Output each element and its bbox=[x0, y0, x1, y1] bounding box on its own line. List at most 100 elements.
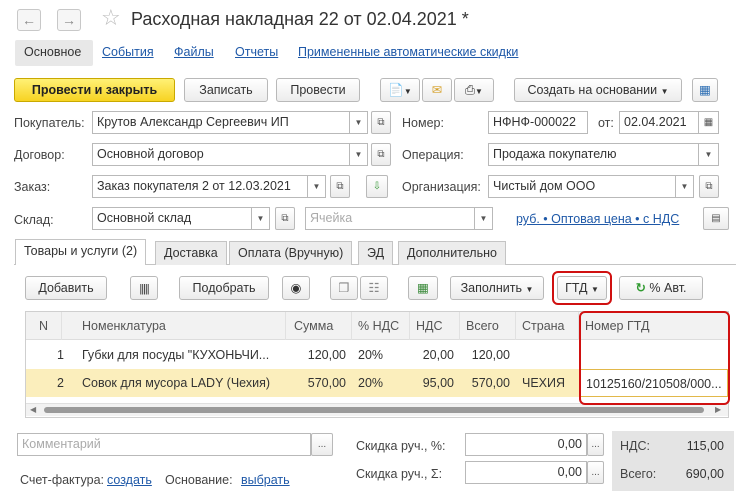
tab-additional[interactable]: Дополнительно bbox=[398, 241, 506, 265]
header-total[interactable]: Всего bbox=[460, 312, 516, 340]
refresh-icon: ↻ bbox=[635, 281, 646, 295]
paste-button[interactable]: ☷ bbox=[360, 276, 388, 300]
post-button[interactable]: Провести bbox=[276, 78, 360, 102]
row-sum: 120,00 bbox=[307, 348, 346, 362]
structure-button[interactable]: ▦ bbox=[692, 78, 718, 102]
print-button[interactable]: ⎙▼ bbox=[454, 78, 494, 102]
email-button[interactable]: ✉ bbox=[422, 78, 452, 102]
chevron-down-icon: ▼ bbox=[680, 182, 689, 191]
buyer-field[interactable]: Крутов Александр Сергеевич ИП bbox=[92, 111, 350, 134]
save-button[interactable]: Записать bbox=[184, 78, 268, 102]
create-based-on-button[interactable]: Создать на основании ▼ bbox=[514, 78, 682, 102]
cell-dropdown[interactable]: ▼ bbox=[475, 207, 493, 230]
back-button[interactable]: ← bbox=[17, 9, 41, 31]
auto-vat-label: % Авт. bbox=[649, 281, 687, 295]
fill-label: Заполнить bbox=[460, 281, 522, 295]
copy-icon: ❐ bbox=[338, 281, 350, 295]
tab-delivery[interactable]: Доставка bbox=[155, 241, 227, 265]
organization-open-button[interactable]: ⧉ bbox=[699, 175, 719, 198]
discount-percent-button[interactable]: ... bbox=[587, 433, 604, 456]
tab-events[interactable]: События bbox=[102, 45, 154, 59]
price-settings-button[interactable]: ▤ bbox=[703, 207, 729, 230]
chevron-down-icon: ▼ bbox=[256, 214, 265, 223]
calendar-icon: ▦ bbox=[703, 117, 714, 128]
discount-percent-field[interactable]: 0,00 bbox=[465, 433, 587, 456]
cell-field[interactable]: Ячейка bbox=[305, 207, 475, 230]
order-field[interactable]: Заказ покупателя 2 от 12.03.2021 bbox=[92, 175, 308, 198]
organization-field[interactable]: Чистый дом ООО bbox=[488, 175, 676, 198]
row-vat: 20,00 bbox=[422, 348, 454, 362]
copy-button[interactable]: ❐ bbox=[330, 276, 358, 300]
header-nomenclature[interactable]: Номенклатура bbox=[76, 312, 286, 340]
invoice-create-link[interactable]: создать bbox=[107, 473, 152, 487]
comment-expand-button[interactable]: ... bbox=[311, 433, 333, 456]
chevron-down-icon: ▼ bbox=[354, 150, 363, 159]
row-vat-rate: 20% bbox=[358, 348, 384, 362]
star-icon[interactable]: ☆ bbox=[101, 5, 121, 31]
open-window-icon: ⧉ bbox=[336, 181, 344, 192]
order-open-button[interactable]: ⧉ bbox=[330, 175, 350, 198]
tab-goods[interactable]: Товары и услуги (2) bbox=[15, 239, 147, 265]
row-nomenclature: Совок для мусора LADY (Чехия) bbox=[82, 376, 271, 390]
open-window-icon: ⧉ bbox=[705, 181, 713, 192]
report-button[interactable]: 📄▼ bbox=[380, 78, 420, 102]
warehouse-dropdown[interactable]: ▼ bbox=[252, 207, 270, 230]
chevron-down-icon: ▼ bbox=[660, 87, 669, 96]
auto-vat-button[interactable]: ↻ % Авт. bbox=[619, 276, 703, 300]
row-sum: 570,00 bbox=[307, 376, 346, 390]
scrollbar-thumb[interactable] bbox=[44, 407, 704, 413]
warehouse-open-button[interactable]: ⧉ bbox=[275, 207, 295, 230]
post-and-close-button[interactable]: Провести и закрыть bbox=[14, 78, 175, 102]
scroll-left-icon[interactable]: ◀ bbox=[30, 404, 36, 416]
document-icon: 📄 bbox=[388, 83, 404, 97]
eye-icon: ◉ bbox=[290, 281, 302, 295]
discount-sum-label: Скидка руч., Σ: bbox=[356, 467, 443, 481]
arrow-right-icon: → bbox=[62, 12, 76, 28]
calendar-button[interactable]: ▦ bbox=[699, 111, 719, 134]
view-button[interactable]: ◉ bbox=[282, 276, 310, 300]
operation-dropdown[interactable]: ▼ bbox=[699, 143, 719, 166]
organization-dropdown[interactable]: ▼ bbox=[676, 175, 694, 198]
buyer-open-button[interactable]: ⧉ bbox=[371, 111, 391, 134]
tab-files[interactable]: Файлы bbox=[174, 45, 214, 59]
basis-select-link[interactable]: выбрать bbox=[241, 473, 290, 487]
row-vat: 95,00 bbox=[422, 376, 454, 390]
gtd-highlight bbox=[552, 271, 612, 305]
buyer-dropdown[interactable]: ▼ bbox=[350, 111, 368, 134]
discount-sum-button[interactable]: ... bbox=[587, 461, 604, 484]
header-vat-rate[interactable]: % НДС bbox=[352, 312, 410, 340]
date-field[interactable]: 02.04.2021 bbox=[619, 111, 699, 134]
comment-field[interactable]: Комментарий bbox=[17, 433, 311, 456]
contract-field[interactable]: Основной договор bbox=[92, 143, 350, 166]
fill-button[interactable]: Заполнить ▼ bbox=[450, 276, 544, 300]
header-n[interactable]: N bbox=[26, 312, 62, 340]
ellipsis-icon: ... bbox=[591, 439, 600, 450]
printer-icon: ⎙ bbox=[465, 83, 476, 97]
header-vat[interactable]: НДС bbox=[410, 312, 460, 340]
fill-from-order-button[interactable]: ⇩ bbox=[366, 175, 388, 198]
discount-sum-field[interactable]: 0,00 bbox=[465, 461, 587, 484]
scroll-right-icon[interactable]: ▶ bbox=[715, 404, 721, 416]
number-field[interactable]: НФНФ-000022 bbox=[488, 111, 588, 134]
barcode-button[interactable]: ||||| bbox=[130, 276, 158, 300]
order-dropdown[interactable]: ▼ bbox=[308, 175, 326, 198]
open-window-icon: ⧉ bbox=[377, 117, 385, 128]
add-row-button[interactable]: Добавить bbox=[25, 276, 107, 300]
tab-payment[interactable]: Оплата (Вручную) bbox=[229, 241, 353, 265]
grand-total-value: 690,00 bbox=[685, 467, 724, 481]
operation-field[interactable]: Продажа покупателю bbox=[488, 143, 699, 166]
forward-button[interactable]: → bbox=[57, 9, 81, 31]
table-edit-button[interactable]: ▦ bbox=[408, 276, 438, 300]
basis-label: Основание: bbox=[165, 473, 233, 487]
pick-button[interactable]: Подобрать bbox=[179, 276, 269, 300]
tab-auto-discounts[interactable]: Примененные автоматические скидки bbox=[298, 45, 518, 59]
header-country[interactable]: Страна bbox=[516, 312, 579, 340]
header-sum[interactable]: Сумма bbox=[288, 312, 352, 340]
tab-edi[interactable]: ЭД bbox=[358, 241, 394, 265]
warehouse-field[interactable]: Основной склад bbox=[92, 207, 252, 230]
tab-main[interactable]: Основное bbox=[24, 45, 81, 59]
contract-dropdown[interactable]: ▼ bbox=[350, 143, 368, 166]
contract-open-button[interactable]: ⧉ bbox=[371, 143, 391, 166]
tab-reports[interactable]: Отчеты bbox=[235, 45, 278, 59]
price-type-link[interactable]: руб. • Оптовая цена • с НДС bbox=[516, 212, 679, 226]
